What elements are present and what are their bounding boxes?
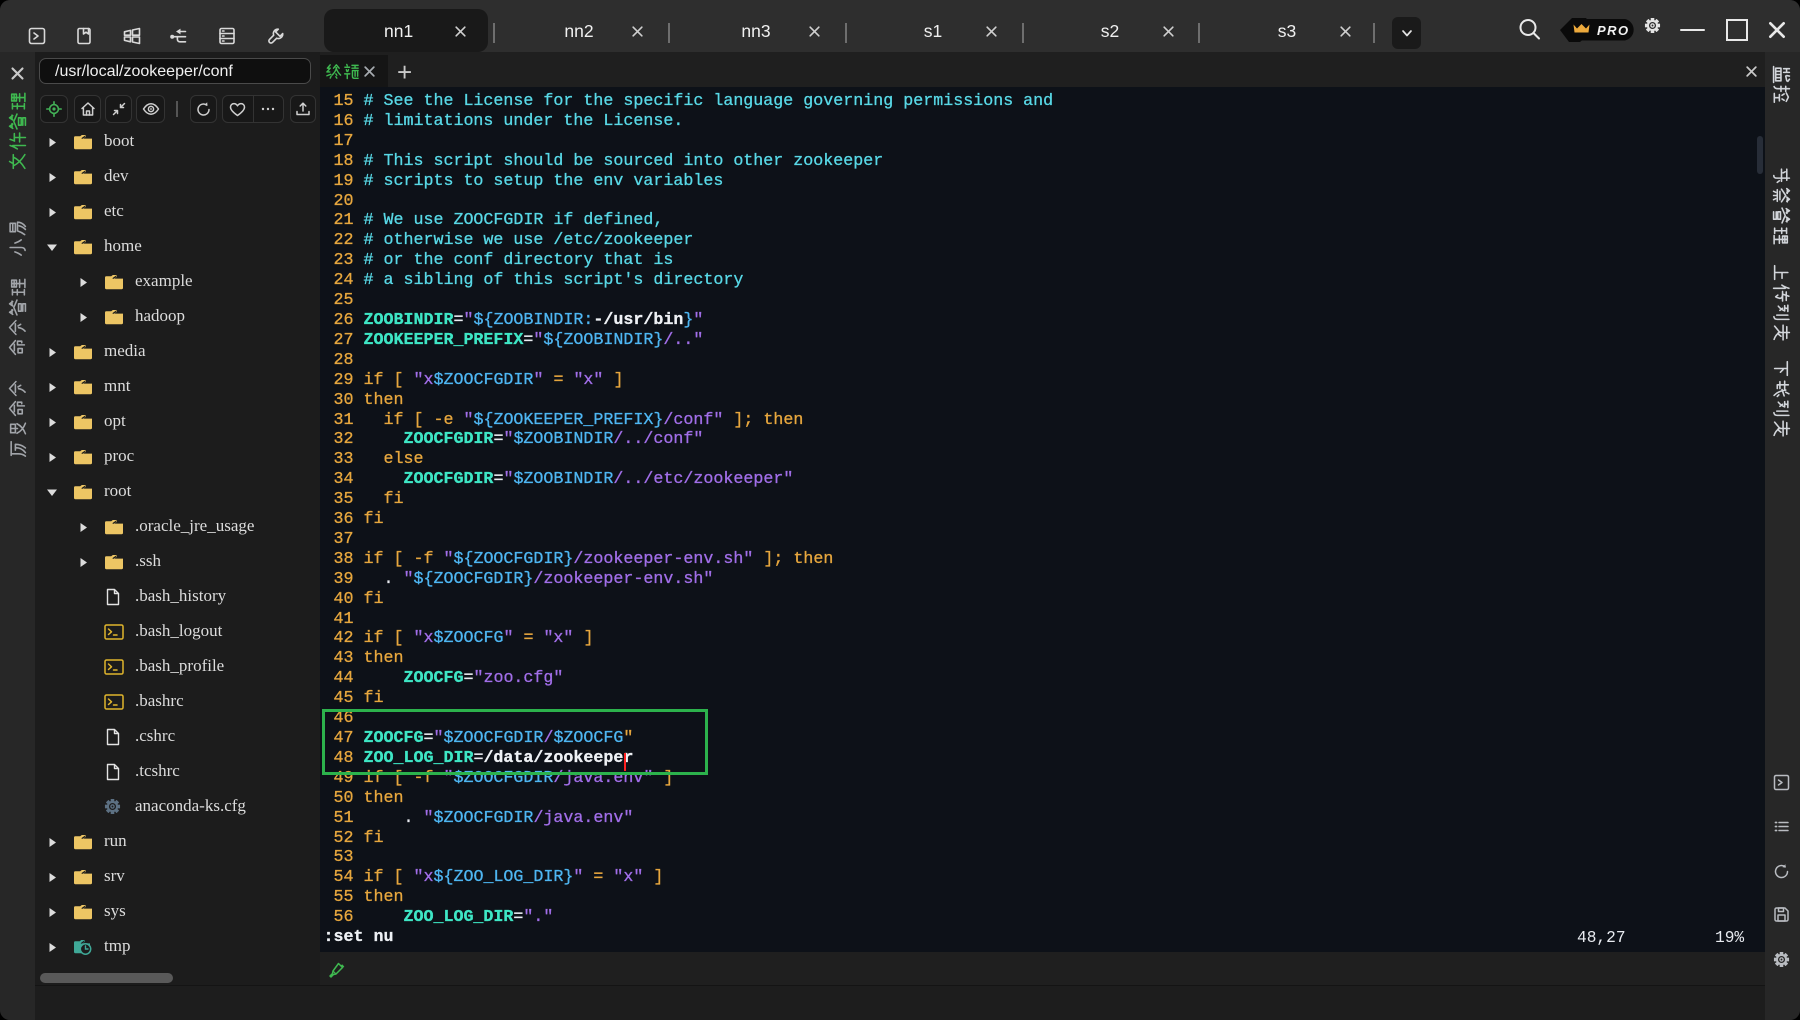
svg-text:PRO: PRO [1597,23,1630,38]
